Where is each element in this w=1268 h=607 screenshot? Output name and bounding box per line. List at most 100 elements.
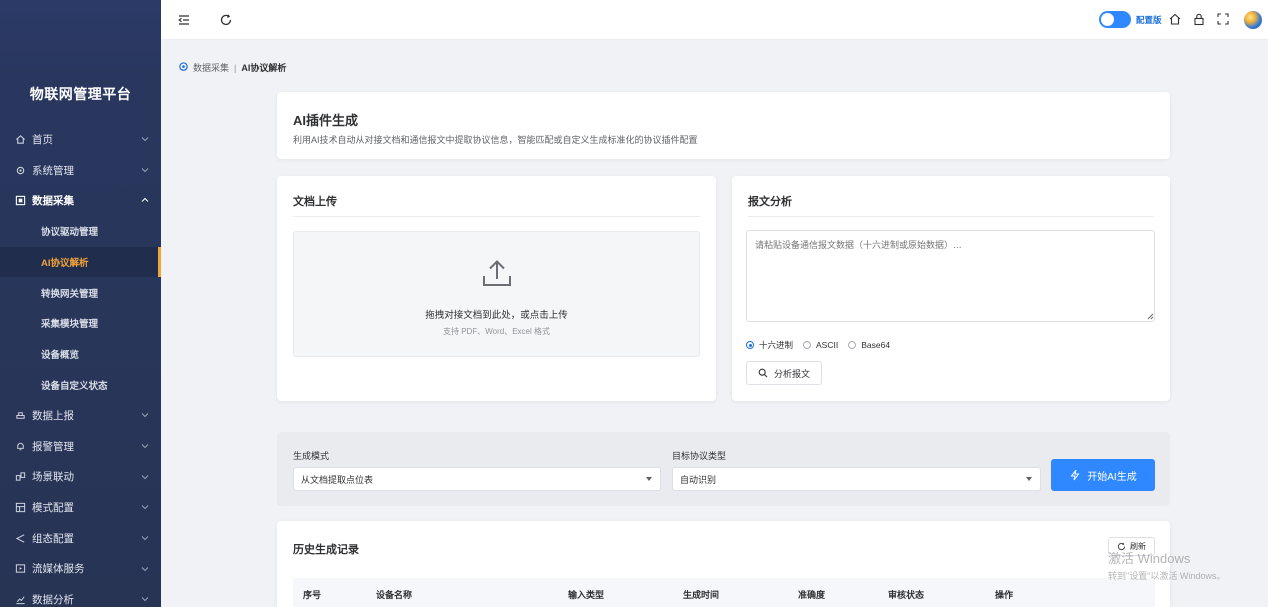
breadcrumb: 数据采集 | AI协议解析 xyxy=(178,61,286,74)
sidebar-subitem-ai-protocol[interactable]: AI协议解析 xyxy=(0,246,161,278)
avatar[interactable] xyxy=(1244,11,1262,29)
breadcrumb-parent[interactable]: 数据采集 xyxy=(193,61,229,74)
analysis-card-title: 报文分析 xyxy=(748,196,792,208)
monitor-icon xyxy=(14,195,26,207)
sidebar-item-label: 组态配置 xyxy=(32,532,74,545)
column-header-accuracy: 准确度 xyxy=(798,590,826,600)
start-ai-generate-label: 开始AI生成 xyxy=(1087,471,1137,483)
upload-dropzone[interactable]: 拖拽对接文档到此处，或点击上传 支持 PDF、Word、Excel 格式 xyxy=(293,231,700,357)
resize-handle-icon[interactable] xyxy=(1146,312,1154,320)
sidebar-item-data-collection[interactable]: 数据采集 xyxy=(0,185,161,216)
message-input[interactable] xyxy=(746,230,1155,322)
sidebar-item-label: 流媒体服务 xyxy=(32,563,85,576)
chevron-down-icon xyxy=(141,444,149,449)
upload-sub-text: 支持 PDF、Word、Excel 格式 xyxy=(443,327,550,336)
upload-icon xyxy=(483,260,511,286)
page-title: AI插件生成 xyxy=(293,113,359,128)
radio-ascii[interactable]: ASCII xyxy=(803,340,838,350)
sidebar-item-system[interactable]: 系统管理 xyxy=(0,155,161,186)
sidebar-menu: 首页 系统管理 数据采集 协议驱动管理 AI协议解析 转换网关管理 采集模块管理… xyxy=(0,124,161,607)
lock-icon[interactable] xyxy=(1192,12,1206,26)
lightning-icon xyxy=(1070,469,1080,481)
brand-title: 物联网管理平台 xyxy=(29,86,132,102)
radio-dot xyxy=(848,341,857,349)
column-header-actions: 操作 xyxy=(995,590,1014,600)
config-mode-toggle[interactable] xyxy=(1099,11,1131,28)
radio-dot xyxy=(803,341,812,349)
chevron-down-icon xyxy=(141,597,149,602)
chevron-down-icon xyxy=(141,413,149,418)
bell-icon xyxy=(14,440,26,452)
sidebar-subitem-device-overview[interactable]: 设备概览 xyxy=(0,339,161,370)
breadcrumb-separator: | xyxy=(234,62,237,73)
chevron-down-icon xyxy=(141,505,149,510)
upload-cloud-icon xyxy=(14,410,26,422)
analyze-button[interactable]: 分析报文 xyxy=(746,361,822,385)
toggle-label: 配置版 xyxy=(1136,15,1162,25)
caret-down-icon xyxy=(1026,477,1032,481)
refresh-icon[interactable] xyxy=(217,11,235,29)
sidebar-item-data-report[interactable]: 数据上报 xyxy=(0,400,161,431)
sidebar-item-scene-linkage[interactable]: 场景联动 xyxy=(0,462,161,493)
chevron-down-icon xyxy=(141,536,149,541)
sidebar-item-alarm[interactable]: 报警管理 xyxy=(0,431,161,462)
breadcrumb-current: AI协议解析 xyxy=(241,63,287,73)
start-ai-generate-button[interactable]: 开始AI生成 xyxy=(1051,459,1155,491)
watermark-line-2: 转到"设置"以激活 Windows。 xyxy=(1108,571,1226,581)
location-pin-icon xyxy=(179,62,188,71)
sidebar-item-data-analysis[interactable]: 数据分析 xyxy=(0,584,161,607)
sidebar-subitem-module[interactable]: 采集模块管理 xyxy=(0,308,161,339)
link-icon xyxy=(14,471,26,483)
menu-fold-icon[interactable] xyxy=(175,11,193,29)
analyze-button-label: 分析报文 xyxy=(773,368,810,379)
sidebar-item-mode-config[interactable]: 模式配置 xyxy=(0,492,161,523)
fullscreen-icon[interactable] xyxy=(1216,12,1230,26)
chevron-down-icon xyxy=(141,566,149,571)
sidebar-subitem-protocol-driver[interactable]: 协议驱动管理 xyxy=(0,216,161,247)
home-icon[interactable] xyxy=(1168,12,1182,26)
sidebar-subitem-custom-status[interactable]: 设备自定义状态 xyxy=(0,370,161,401)
chart-icon xyxy=(14,594,26,606)
sidebar-item-label: 数据上报 xyxy=(32,410,74,423)
mode-label: 生成模式 xyxy=(293,451,330,461)
sidebar-item-label: 场景联动 xyxy=(32,471,74,484)
radio-hex[interactable]: 十六进制 xyxy=(746,339,793,351)
upload-card-title: 文档上传 xyxy=(293,196,337,208)
top-header: 配置版 xyxy=(161,0,1268,40)
radio-dot xyxy=(746,341,754,349)
sidebar-item-streaming[interactable]: 流媒体服务 xyxy=(0,554,161,585)
sidebar-item-topology-config[interactable]: 组态配置 xyxy=(0,523,161,554)
radio-label: 十六进制 xyxy=(759,340,794,350)
search-icon xyxy=(758,368,768,378)
mode-select-value: 从文档提取点位表 xyxy=(301,474,374,485)
radio-base64[interactable]: Base64 xyxy=(848,340,890,350)
home-icon xyxy=(14,133,26,145)
protocol-select[interactable]: 自动识别 xyxy=(672,467,1041,491)
sidebar-item-label: 报警管理 xyxy=(32,440,74,453)
history-table-header: 序号 设备名称 输入类型 生成时间 准确度 审核状态 操作 xyxy=(293,578,1155,607)
intro-card: AI插件生成 利用AI技术自动从对接文档和通信报文中提取协议信息，智能匹配或自定… xyxy=(277,92,1170,159)
column-header-device-name: 设备名称 xyxy=(376,590,413,600)
protocol-label: 目标协议类型 xyxy=(672,451,727,461)
sidebar-item-label: 数据分析 xyxy=(32,594,74,607)
mode-select[interactable]: 从文档提取点位表 xyxy=(293,467,661,491)
format-radio-group: 十六进制 ASCII Base64 xyxy=(746,339,900,351)
column-header-index: 序号 xyxy=(303,590,322,600)
toggle-knob xyxy=(1101,13,1114,26)
radio-label: Base64 xyxy=(861,340,891,350)
upload-main-text: 拖拽对接文档到此处，或点击上传 xyxy=(425,310,568,321)
sidebar-item-label: 数据采集 xyxy=(32,195,74,208)
chevron-down-icon xyxy=(141,167,149,172)
radio-label: ASCII xyxy=(816,340,839,350)
history-card: 历史生成记录 刷新 序号 设备名称 输入类型 生成时间 准确度 审核状态 操作 xyxy=(277,521,1170,607)
history-title: 历史生成记录 xyxy=(293,544,359,556)
column-header-generated-time: 生成时间 xyxy=(683,590,720,600)
column-header-input-type: 输入类型 xyxy=(568,590,605,600)
sidebar-subitem-gateway[interactable]: 转换网关管理 xyxy=(0,277,161,308)
chevron-up-icon xyxy=(141,198,149,203)
watermark-line-1: 激活 Windows xyxy=(1108,551,1191,566)
column-header-review-status: 审核状态 xyxy=(888,590,925,600)
windows-activation-watermark: 激活 Windows 转到"设置"以激活 Windows。 xyxy=(1108,548,1225,582)
sidebar-item-home[interactable]: 首页 xyxy=(0,124,161,155)
sidebar-item-label: 系统管理 xyxy=(32,164,74,177)
